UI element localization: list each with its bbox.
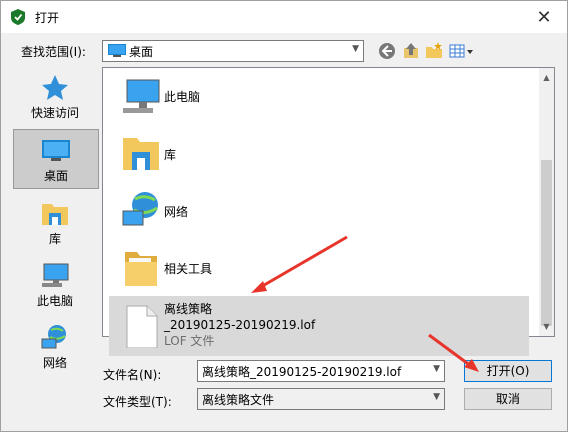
computer-icon — [42, 263, 69, 287]
place-this-pc[interactable]: 此电脑 — [13, 255, 97, 313]
look-in-label: 查找范围(I): — [21, 45, 86, 59]
list-item-this-pc[interactable]: 此电脑 — [109, 70, 529, 122]
look-in-dropdown[interactable]: 桌面 ▼ — [102, 40, 364, 62]
scroll-down-icon[interactable]: ▼ — [539, 319, 554, 334]
file-name-line1: 离线策略 — [164, 302, 213, 316]
place-library[interactable]: 库 — [13, 193, 97, 251]
desktop-icon — [42, 140, 70, 161]
filetype-label: 文件类型(T): — [103, 395, 172, 409]
back-icon[interactable] — [377, 41, 397, 61]
open-button[interactable]: 打开(O) — [464, 360, 552, 382]
cancel-button[interactable]: 取消 — [464, 388, 552, 410]
new-folder-icon[interactable] — [424, 41, 444, 61]
close-button[interactable]: ✕ — [521, 1, 567, 33]
vertical-scrollbar[interactable]: ▲ ▼ — [539, 68, 554, 336]
chevron-down-icon: ▼ — [352, 44, 359, 54]
star-icon — [42, 75, 68, 100]
scroll-thumb[interactable] — [541, 160, 552, 326]
window-title: 打开 — [35, 11, 60, 25]
filename-label: 文件名(N): — [103, 368, 162, 382]
file-type: LOF 文件 — [164, 334, 215, 348]
file-icon — [126, 305, 158, 348]
place-network[interactable]: 网络 — [13, 317, 97, 375]
up-folder-icon[interactable] — [401, 41, 421, 61]
desktop-icon — [108, 44, 126, 57]
list-item-folder[interactable]: 相关工具 — [109, 242, 529, 294]
folder-icon — [125, 252, 157, 286]
places-bar: 快速访问 桌面 库 此电脑 网络 — [9, 67, 99, 373]
file-name-line2: _20190125-20190219.lof — [164, 318, 316, 332]
filetype-select[interactable]: 离线策略文件 ▼ — [197, 388, 445, 410]
file-list[interactable]: 此电脑 库 网络 相关工具 离线策略 _20190125-20190219.lo… — [102, 67, 555, 356]
network-icon — [122, 192, 158, 226]
chevron-down-icon: ▼ — [433, 364, 440, 374]
network-icon — [41, 325, 66, 349]
place-quick-access[interactable]: 快速访问 — [13, 67, 97, 125]
title-bar: 打开 ✕ — [1, 1, 567, 33]
app-shield-icon — [11, 9, 25, 25]
place-desktop[interactable]: 桌面 — [13, 129, 99, 189]
open-file-dialog: 打开 ✕ 查找范围(I): 桌面 ▼ 快速访问 桌面 库 此电脑 网络 此电脑 … — [0, 0, 568, 432]
list-item-network[interactable]: 网络 — [109, 185, 529, 237]
scroll-up-icon[interactable]: ▲ — [539, 70, 554, 85]
chevron-down-icon: ▼ — [433, 392, 440, 402]
library-icon — [42, 204, 68, 225]
list-item-selected-file[interactable]: 离线策略 _20190125-20190219.lof LOF 文件 — [109, 296, 529, 356]
filename-input[interactable]: 离线策略_20190125-20190219.lof ▼ — [197, 360, 445, 382]
list-item-library[interactable]: 库 — [109, 128, 529, 180]
computer-icon — [123, 79, 160, 113]
look-in-value: 桌面 — [129, 45, 154, 59]
view-menu-icon[interactable] — [448, 41, 474, 61]
close-icon: ✕ — [536, 6, 552, 28]
library-icon — [123, 138, 159, 170]
